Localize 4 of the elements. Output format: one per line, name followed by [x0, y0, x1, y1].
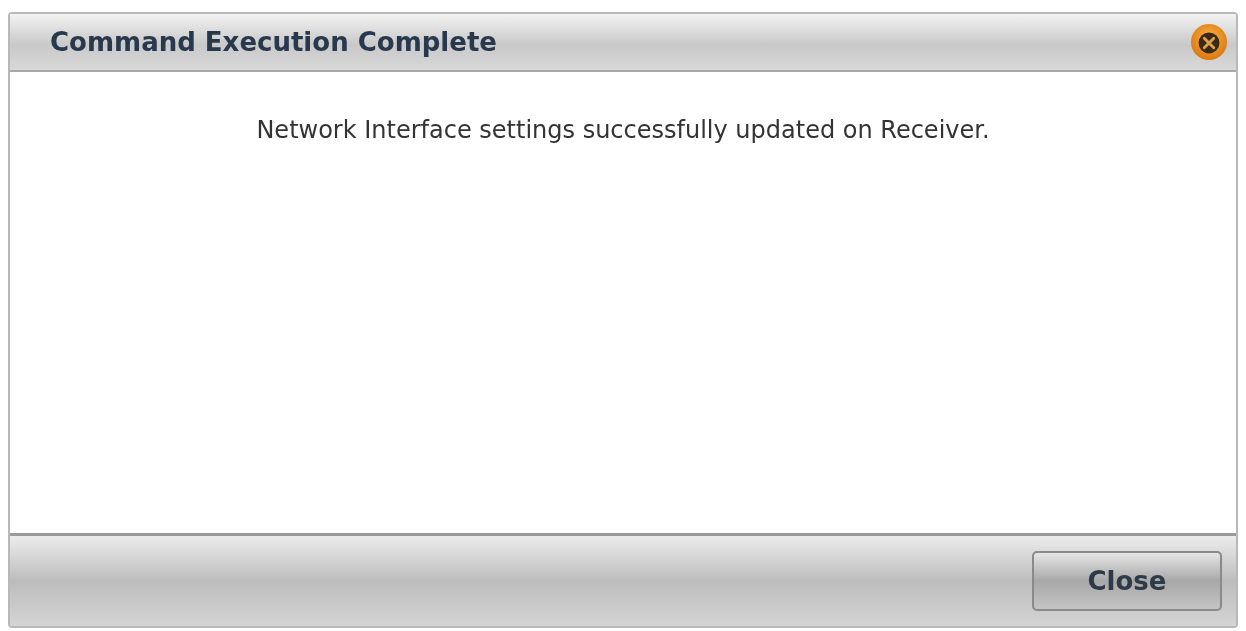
message-text: Network Interface settings successfully updated on Receiver. [255, 116, 991, 144]
window-title: Command Execution Complete [50, 27, 497, 57]
close-button[interactable]: Close [1032, 551, 1222, 611]
close-icon[interactable] [1190, 23, 1228, 61]
